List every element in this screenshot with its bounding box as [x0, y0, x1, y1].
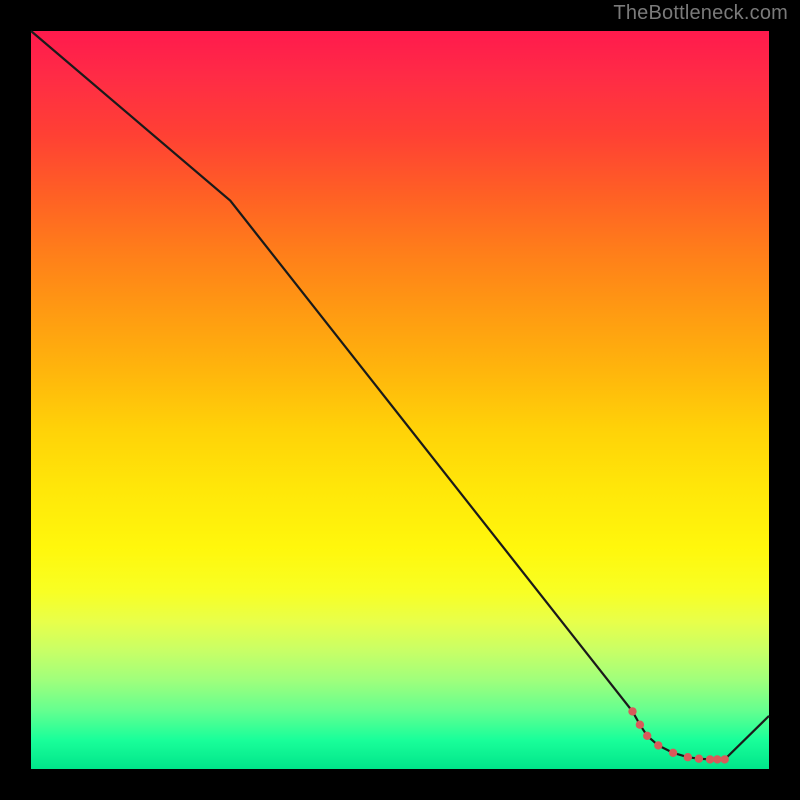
data-line — [31, 31, 769, 759]
highlight-point — [695, 755, 703, 763]
highlight-point — [684, 753, 692, 761]
chart-overlay — [31, 31, 769, 769]
chart-frame: TheBottleneck.com — [0, 0, 800, 800]
highlight-point — [706, 755, 714, 763]
highlight-point — [636, 721, 644, 729]
highlight-point — [669, 749, 677, 757]
watermark-text: TheBottleneck.com — [613, 2, 788, 25]
highlight-point — [628, 707, 636, 715]
highlight-point — [654, 741, 662, 749]
highlight-point — [721, 755, 729, 763]
highlight-point — [643, 732, 651, 740]
highlight-point — [713, 755, 721, 763]
